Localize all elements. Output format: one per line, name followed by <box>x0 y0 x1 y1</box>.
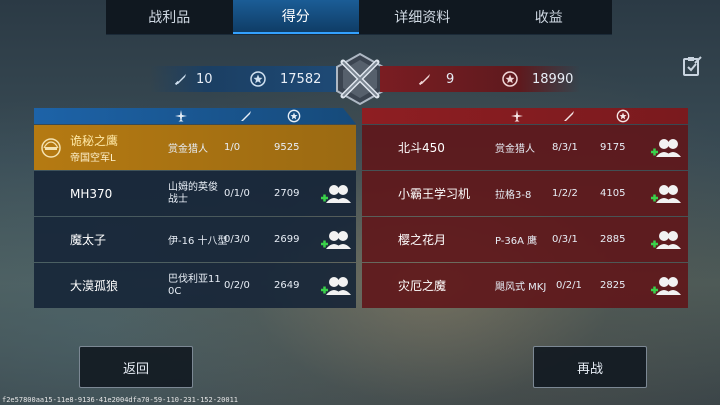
red-team-header <box>362 108 688 124</box>
player-kda: 0/3/1 <box>552 234 578 245</box>
add-friend-icon[interactable] <box>319 275 353 297</box>
player-score: 2649 <box>274 280 300 291</box>
blue-team-header <box>34 108 356 124</box>
blue-team-score: 17582 <box>280 71 322 87</box>
player-kda: 8/3/1 <box>552 142 578 153</box>
player-row[interactable]: 诡秘之鹰 帝国空军L 赏金猎人 1/0 9525 <box>34 125 356 170</box>
player-score: 2709 <box>274 188 300 199</box>
player-score: 2699 <box>274 234 300 245</box>
rank-badge-icon <box>41 138 61 158</box>
player-aircraft-line2: 0C <box>168 285 182 297</box>
add-friend-icon[interactable] <box>649 137 683 159</box>
player-name: 樱之花月 <box>398 233 447 247</box>
tab-bar: 战利品 得分 详细资料 收益 <box>106 0 612 35</box>
match-id: f2e57800aa15-11e8-9136-41e2004dfa70-59-1… <box>2 396 239 404</box>
blue-team-kills: 10 <box>196 71 213 87</box>
player-name: 魔太子 <box>70 233 107 247</box>
sword-icon <box>564 111 574 121</box>
blue-team-score-bar: 10 17582 <box>150 66 340 92</box>
star-badge-icon <box>287 109 301 123</box>
sword-icon <box>418 74 430 86</box>
player-row[interactable]: 大漠孤狼 巴伐利亚11 0C 0/2/0 2649 <box>34 263 356 308</box>
player-row[interactable]: 小霸王学习机 拉格3-8 1/2/2 4105 <box>362 171 688 216</box>
player-score: 2825 <box>600 280 626 291</box>
player-score: 2885 <box>600 234 626 245</box>
player-name: MH370 <box>70 186 113 201</box>
player-kda: 1/0 <box>224 142 241 153</box>
star-badge-icon <box>502 71 518 87</box>
add-friend-icon[interactable] <box>649 229 683 251</box>
player-kda: 0/2/0 <box>224 280 250 291</box>
player-kda: 0/1/0 <box>224 188 250 199</box>
plane-icon <box>511 110 523 122</box>
player-aircraft: 飓风式 MKJ <box>495 282 547 293</box>
add-friend-icon[interactable] <box>649 275 683 297</box>
player-row[interactable]: MH370 山姆的英俊 战士 0/1/0 2709 <box>34 171 356 216</box>
clipboard-share-icon[interactable] <box>681 55 703 77</box>
player-kda: 1/2/2 <box>552 188 578 199</box>
player-aircraft: 赏金猎人 <box>168 144 208 155</box>
player-aircraft: 山姆的英俊 <box>168 181 218 193</box>
player-score: 9175 <box>600 142 626 153</box>
back-button[interactable]: 返回 <box>79 346 193 388</box>
red-team-kills: 9 <box>446 71 455 87</box>
tab-earnings[interactable]: 收益 <box>486 0 613 34</box>
player-name: 诡秘之鹰 <box>70 133 119 148</box>
player-row[interactable]: 樱之花月 P-36A 鹰 0/3/1 2885 <box>362 217 688 262</box>
tab-score[interactable]: 得分 <box>232 0 359 34</box>
sword-icon <box>241 111 251 121</box>
star-badge-icon <box>250 71 266 87</box>
player-row[interactable]: 灾厄之魔 飓风式 MKJ 0/2/1 2825 <box>362 263 688 308</box>
plane-icon <box>175 110 187 122</box>
player-aircraft-line2: 战士 <box>168 193 188 205</box>
blue-team-panel: 诡秘之鹰 帝国空军L 赏金猎人 1/0 9525 MH370 山姆的英俊 战士 … <box>34 108 356 308</box>
player-guild: 帝国空军L <box>70 152 116 164</box>
player-score: 4105 <box>600 188 626 199</box>
player-aircraft: 伊-16 十八型 <box>168 236 228 247</box>
player-name: 北斗450 <box>398 141 445 155</box>
tab-loot[interactable]: 战利品 <box>106 0 233 34</box>
add-friend-icon[interactable] <box>319 183 353 205</box>
add-friend-icon[interactable] <box>319 229 353 251</box>
add-friend-icon[interactable] <box>649 183 683 205</box>
player-aircraft: 拉格3-8 <box>495 190 532 201</box>
player-name: 小霸王学习机 <box>398 187 471 201</box>
player-score: 9525 <box>274 142 300 153</box>
sword-icon <box>174 74 186 86</box>
player-aircraft: P-36A 鹰 <box>495 236 538 247</box>
rematch-button[interactable]: 再战 <box>533 346 647 388</box>
player-kda: 0/3/0 <box>224 234 250 245</box>
player-kda: 0/2/1 <box>556 280 582 291</box>
red-team-score-bar: 9 18990 <box>380 66 580 92</box>
red-team-score: 18990 <box>532 71 574 87</box>
player-aircraft: 赏金猎人 <box>495 144 535 155</box>
red-team-panel: 北斗450 赏金猎人 8/3/1 9175 小霸王学习机 拉格3-8 1/2/2… <box>362 108 688 308</box>
player-name: 灾厄之魔 <box>398 279 447 293</box>
tab-details[interactable]: 详细资料 <box>359 0 486 34</box>
player-aircraft: 巴伐利亚11 <box>168 273 221 285</box>
player-row[interactable]: 魔太子 伊-16 十八型 0/3/0 2699 <box>34 217 356 262</box>
player-name: 大漠孤狼 <box>70 279 119 293</box>
star-badge-icon <box>616 109 630 123</box>
player-row[interactable]: 北斗450 赏金猎人 8/3/1 9175 <box>362 125 688 170</box>
